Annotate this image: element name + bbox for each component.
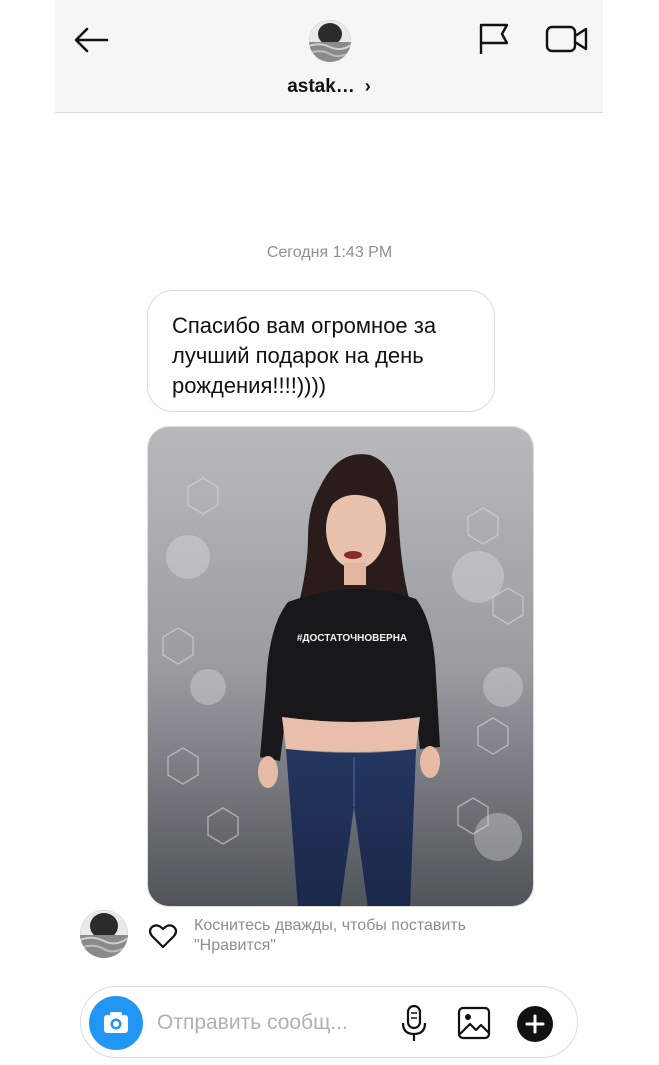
message-bubble[interactable]: Спасибо вам огромное за лучший подарок н… (147, 290, 495, 412)
back-arrow-icon[interactable] (71, 20, 111, 60)
gallery-icon[interactable] (457, 1006, 491, 1040)
message-timestamp: Сегодня 1:43 PM (266, 244, 393, 261)
heart-icon[interactable] (148, 922, 178, 950)
microphone-icon[interactable] (399, 1003, 429, 1043)
sender-avatar[interactable] (80, 910, 128, 958)
video-camera-icon[interactable] (545, 22, 589, 56)
camera-button[interactable] (89, 996, 143, 1050)
username-link[interactable]: astak… › (55, 76, 603, 98)
message-text: Спасибо вам огромное за лучший подарок н… (172, 313, 437, 398)
chat-header: astak… › (55, 0, 603, 113)
shirt-print-text: #ДОСТАТОЧНОВЕРНА (297, 633, 407, 644)
plus-icon (525, 1014, 545, 1034)
flag-icon[interactable] (477, 22, 511, 56)
shared-photo[interactable]: #ДОСТАТОЧНОВЕРНА (147, 426, 534, 907)
avatar[interactable] (309, 20, 351, 62)
double-tap-like-hint: Коснитесь дважды, чтобы поставить "Нрави… (194, 917, 467, 954)
chevron-right-icon: › (364, 76, 371, 96)
message-input[interactable] (155, 1005, 389, 1041)
username: astak… (287, 76, 355, 97)
message-composer (80, 986, 578, 1058)
plus-button[interactable] (517, 1006, 553, 1042)
camera-icon (104, 1012, 128, 1033)
